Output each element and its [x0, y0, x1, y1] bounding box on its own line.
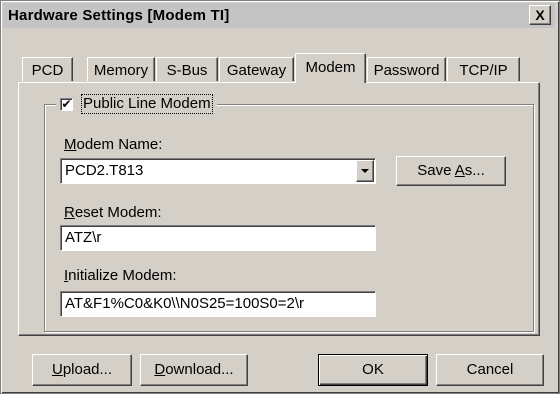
tab-s-bus[interactable]: S-Bus	[156, 57, 218, 81]
tab-label: Memory	[93, 62, 149, 79]
reset-modem-label: Reset Modem:	[64, 204, 162, 221]
reset-modem-value: ATZ\r	[65, 229, 102, 246]
tab-label: Modem	[305, 59, 356, 76]
download-button[interactable]: Download...	[140, 354, 248, 386]
window-title: Hardware Settings [Modem TI]	[8, 7, 230, 24]
title-bar[interactable]: Hardware Settings [Modem TI] X	[3, 3, 555, 28]
tab-memory[interactable]: Memory	[87, 57, 155, 81]
close-button[interactable]: X	[529, 5, 551, 25]
tab-tcp-ip[interactable]: TCP/IP	[447, 57, 520, 81]
save-as-button[interactable]: Save As...	[396, 156, 506, 186]
chevron-down-icon[interactable]	[356, 160, 374, 182]
tab-gateway[interactable]: Gateway	[219, 57, 294, 81]
ok-button[interactable]: OK	[318, 354, 428, 386]
tab-label: Gateway	[226, 62, 287, 79]
modem-name-label: Modem Name:	[64, 136, 163, 153]
tab-label: TCP/IP	[459, 62, 508, 79]
upload-button[interactable]: Upload...	[32, 354, 132, 386]
public-line-modem-label: Public Line Modem	[81, 94, 213, 114]
tab-label: Password	[373, 62, 440, 79]
close-icon: X	[535, 7, 545, 23]
checkbox-box[interactable]: ✔	[60, 96, 73, 111]
checkmark-icon: ✔	[61, 96, 72, 111]
tab-modem[interactable]: Modem	[295, 53, 366, 83]
reset-modem-input[interactable]: ATZ\r	[60, 225, 376, 251]
initialize-modem-label: Initialize Modem:	[64, 267, 177, 284]
initialize-modem-input[interactable]: AT&F1%C0&K0\\N0S25=100S0=2\r	[60, 291, 376, 317]
initialize-modem-value: AT&F1%C0&K0\\N0S25=100S0=2\r	[65, 295, 305, 312]
tab-password[interactable]: Password	[367, 57, 446, 81]
modem-name-value: PCD2.T813	[65, 162, 144, 179]
tab-pcd[interactable]: PCD	[22, 57, 73, 81]
tab-label: S-Bus	[166, 62, 208, 79]
public-line-modem-checkbox[interactable]: ✔ Public Line Modem	[56, 93, 217, 115]
modem-name-combobox[interactable]: PCD2.T813	[60, 158, 376, 184]
cancel-button[interactable]: Cancel	[436, 354, 544, 386]
tab-label: PCD	[31, 62, 64, 79]
